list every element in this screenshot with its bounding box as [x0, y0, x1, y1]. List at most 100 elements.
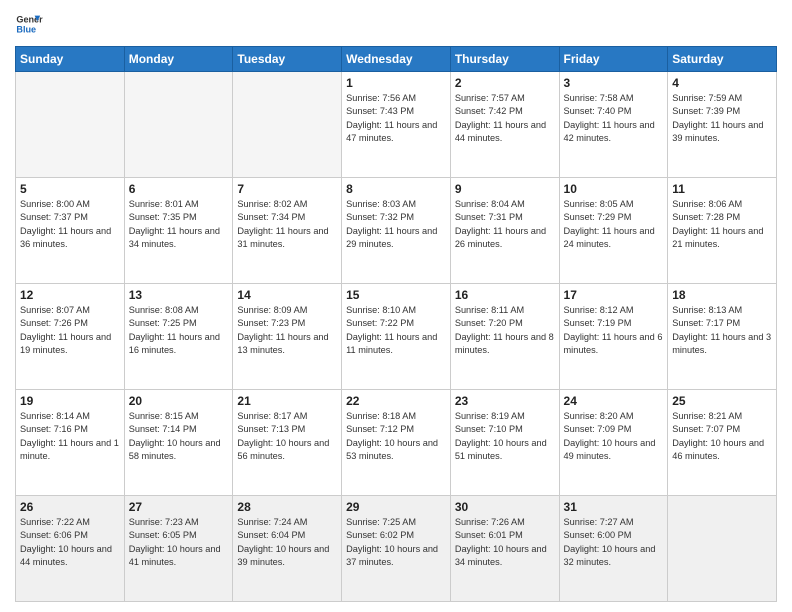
day-cell: 17Sunrise: 8:12 AM Sunset: 7:19 PM Dayli…: [559, 284, 668, 390]
day-info: Sunrise: 7:22 AM Sunset: 6:06 PM Dayligh…: [20, 516, 120, 569]
day-info: Sunrise: 8:13 AM Sunset: 7:17 PM Dayligh…: [672, 304, 772, 357]
day-number: 3: [564, 76, 664, 90]
svg-text:Blue: Blue: [16, 24, 36, 34]
weekday-header-wednesday: Wednesday: [342, 47, 451, 72]
day-info: Sunrise: 8:21 AM Sunset: 7:07 PM Dayligh…: [672, 410, 772, 463]
day-number: 31: [564, 500, 664, 514]
day-info: Sunrise: 7:27 AM Sunset: 6:00 PM Dayligh…: [564, 516, 664, 569]
day-number: 13: [129, 288, 229, 302]
day-info: Sunrise: 8:05 AM Sunset: 7:29 PM Dayligh…: [564, 198, 664, 251]
day-cell: 25 Sunrise: 8:21 AM Sunset: 7:07 PM Dayli…: [668, 390, 777, 496]
day-info: Sunrise: 8:03 AM Sunset: 7:32 PM Dayligh…: [346, 198, 446, 251]
day-info: Sunrise: 8:07 AM Sunset: 7:26 PM Dayligh…: [20, 304, 120, 357]
day-info: Sunrise: 7:24 AM Sunset: 6:04 PM Dayligh…: [237, 516, 337, 569]
day-cell: [668, 496, 777, 602]
day-info: Sunrise: 8:15 AM Sunset: 7:14 PM Dayligh…: [129, 410, 229, 463]
day-number: 18: [672, 288, 772, 302]
day-number: 12: [20, 288, 120, 302]
week-row-2: 5Sunrise: 8:00 AM Sunset: 7:37 PM Daylig…: [16, 178, 777, 284]
day-number: 14: [237, 288, 337, 302]
day-cell: 30Sunrise: 7:26 AM Sunset: 6:01 PM Dayli…: [450, 496, 559, 602]
day-number: 4: [672, 76, 772, 90]
day-cell: 12 Sunrise: 8:07 AM Sunset: 7:26 PM Dayli…: [16, 284, 125, 390]
day-cell: 4 Sunrise: 7:59 AM Sunset: 7:39 PM Daylig…: [668, 72, 777, 178]
day-number: 9: [455, 182, 555, 196]
day-info: Sunrise: 7:23 AM Sunset: 6:05 PM Dayligh…: [129, 516, 229, 569]
weekday-header-sunday: Sunday: [16, 47, 125, 72]
day-cell: [233, 72, 342, 178]
day-number: 2: [455, 76, 555, 90]
weekday-header-friday: Friday: [559, 47, 668, 72]
day-number: 7: [237, 182, 337, 196]
day-number: 6: [129, 182, 229, 196]
day-number: 8: [346, 182, 446, 196]
day-number: 15: [346, 288, 446, 302]
day-number: 26: [20, 500, 120, 514]
day-info: Sunrise: 8:09 AM Sunset: 7:23 PM Dayligh…: [237, 304, 337, 357]
day-number: 27: [129, 500, 229, 514]
day-number: 24: [564, 394, 664, 408]
day-cell: 2 Sunrise: 7:57 AM Sunset: 7:42 PM Daylig…: [450, 72, 559, 178]
weekday-header-monday: Monday: [124, 47, 233, 72]
day-cell: 8 Sunrise: 8:03 AM Sunset: 7:32 PM Daylig…: [342, 178, 451, 284]
day-cell: 23Sunrise: 8:19 AM Sunset: 7:10 PM Dayli…: [450, 390, 559, 496]
week-row-1: 1Sunrise: 7:56 AM Sunset: 7:43 PM Daylig…: [16, 72, 777, 178]
day-cell: 9 Sunrise: 8:04 AM Sunset: 7:31 PM Daylig…: [450, 178, 559, 284]
day-cell: 11Sunrise: 8:06 AM Sunset: 7:28 PM Dayli…: [668, 178, 777, 284]
day-info: Sunrise: 8:08 AM Sunset: 7:25 PM Dayligh…: [129, 304, 229, 357]
day-info: Sunrise: 8:10 AM Sunset: 7:22 PM Dayligh…: [346, 304, 446, 357]
day-cell: 7 Sunrise: 8:02 AM Sunset: 7:34 PM Daylig…: [233, 178, 342, 284]
day-info: Sunrise: 7:58 AM Sunset: 7:40 PM Dayligh…: [564, 92, 664, 145]
day-info: Sunrise: 7:25 AM Sunset: 6:02 PM Dayligh…: [346, 516, 446, 569]
day-cell: 22 Sunrise: 8:18 AM Sunset: 7:12 PM Dayli…: [342, 390, 451, 496]
weekday-header-thursday: Thursday: [450, 47, 559, 72]
day-number: 10: [564, 182, 664, 196]
day-cell: 28 Sunrise: 7:24 AM Sunset: 6:04 PM Dayli…: [233, 496, 342, 602]
day-info: Sunrise: 8:00 AM Sunset: 7:37 PM Dayligh…: [20, 198, 120, 251]
day-number: 21: [237, 394, 337, 408]
day-cell: [124, 72, 233, 178]
day-info: Sunrise: 7:59 AM Sunset: 7:39 PM Dayligh…: [672, 92, 772, 145]
day-info: Sunrise: 8:06 AM Sunset: 7:28 PM Dayligh…: [672, 198, 772, 251]
day-number: 29: [346, 500, 446, 514]
page: General Blue SundayMondayTuesdayWednesda…: [0, 0, 792, 612]
day-number: 16: [455, 288, 555, 302]
calendar-table: SundayMondayTuesdayWednesdayThursdayFrid…: [15, 46, 777, 602]
day-info: Sunrise: 8:14 AM Sunset: 7:16 PM Dayligh…: [20, 410, 120, 463]
day-cell: 6 Sunrise: 8:01 AM Sunset: 7:35 PM Daylig…: [124, 178, 233, 284]
day-number: 1: [346, 76, 446, 90]
day-info: Sunrise: 8:01 AM Sunset: 7:35 PM Dayligh…: [129, 198, 229, 251]
day-info: Sunrise: 8:18 AM Sunset: 7:12 PM Dayligh…: [346, 410, 446, 463]
day-cell: 16 Sunrise: 8:11 AM Sunset: 7:20 PM Dayli…: [450, 284, 559, 390]
week-row-4: 19Sunrise: 8:14 AM Sunset: 7:16 PM Dayli…: [16, 390, 777, 496]
day-info: Sunrise: 8:11 AM Sunset: 7:20 PM Dayligh…: [455, 304, 555, 357]
day-info: Sunrise: 8:20 AM Sunset: 7:09 PM Dayligh…: [564, 410, 664, 463]
day-cell: 24 Sunrise: 8:20 AM Sunset: 7:09 PM Dayli…: [559, 390, 668, 496]
day-cell: 13 Sunrise: 8:08 AM Sunset: 7:25 PM Dayli…: [124, 284, 233, 390]
day-cell: 19Sunrise: 8:14 AM Sunset: 7:16 PM Dayli…: [16, 390, 125, 496]
header: General Blue: [15, 10, 777, 38]
day-info: Sunrise: 7:57 AM Sunset: 7:42 PM Dayligh…: [455, 92, 555, 145]
day-info: Sunrise: 8:02 AM Sunset: 7:34 PM Dayligh…: [237, 198, 337, 251]
day-number: 22: [346, 394, 446, 408]
day-info: Sunrise: 8:12 AM Sunset: 7:19 PM Dayligh…: [564, 304, 664, 357]
day-cell: 27 Sunrise: 7:23 AM Sunset: 6:05 PM Dayli…: [124, 496, 233, 602]
day-cell: 18 Sunrise: 8:13 AM Sunset: 7:17 PM Dayli…: [668, 284, 777, 390]
day-cell: 1Sunrise: 7:56 AM Sunset: 7:43 PM Daylig…: [342, 72, 451, 178]
day-cell: 5Sunrise: 8:00 AM Sunset: 7:37 PM Daylig…: [16, 178, 125, 284]
day-cell: 26 Sunrise: 7:22 AM Sunset: 6:06 PM Dayli…: [16, 496, 125, 602]
day-cell: 31 Sunrise: 7:27 AM Sunset: 6:00 PM Dayli…: [559, 496, 668, 602]
day-cell: 14 Sunrise: 8:09 AM Sunset: 7:23 PM Dayli…: [233, 284, 342, 390]
day-number: 23: [455, 394, 555, 408]
weekday-header-tuesday: Tuesday: [233, 47, 342, 72]
day-info: Sunrise: 8:04 AM Sunset: 7:31 PM Dayligh…: [455, 198, 555, 251]
day-number: 25: [672, 394, 772, 408]
day-info: Sunrise: 8:17 AM Sunset: 7:13 PM Dayligh…: [237, 410, 337, 463]
day-info: Sunrise: 7:26 AM Sunset: 6:01 PM Dayligh…: [455, 516, 555, 569]
week-row-5: 26 Sunrise: 7:22 AM Sunset: 6:06 PM Dayli…: [16, 496, 777, 602]
day-cell: 10 Sunrise: 8:05 AM Sunset: 7:29 PM Dayli…: [559, 178, 668, 284]
week-row-3: 12 Sunrise: 8:07 AM Sunset: 7:26 PM Dayli…: [16, 284, 777, 390]
day-number: 28: [237, 500, 337, 514]
logo-icon: General Blue: [15, 10, 43, 38]
day-cell: [16, 72, 125, 178]
